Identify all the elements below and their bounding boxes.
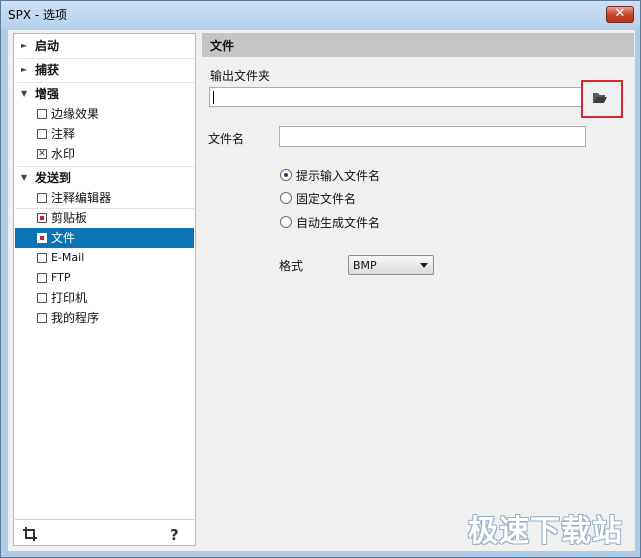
options-tree: ► 启动 ► 捕获 ▼ 增强 边缘效果 注释 ✕ 水印 ▼ 发送到 注释编辑器 …	[13, 33, 196, 546]
tree-footer-divider	[15, 519, 194, 520]
section-header: 文件	[202, 33, 634, 57]
title-bar[interactable]: SPX - 选项 ✕	[1, 1, 640, 29]
open-folder-icon	[593, 93, 607, 103]
tree-item-label: E-Mail	[51, 251, 85, 264]
tree-item-label: 启动	[35, 39, 60, 53]
expand-arrow-icon[interactable]: ►	[21, 60, 27, 80]
checkbox-icon[interactable]	[37, 129, 47, 139]
tree-item-annotation-editor[interactable]: 注释编辑器	[15, 188, 194, 208]
tree-group-capture[interactable]: ► 捕获	[15, 60, 194, 80]
active-checkbox-icon[interactable]	[37, 233, 47, 243]
tree-item-file[interactable]: 文件	[15, 228, 194, 248]
radio-icon[interactable]	[280, 192, 292, 204]
radio-selected-icon[interactable]	[280, 169, 292, 181]
collapse-arrow-icon[interactable]: ▼	[21, 168, 27, 188]
crossed-checkbox-icon[interactable]: ✕	[37, 149, 47, 159]
tree-item-my-program[interactable]: 我的程序	[15, 308, 194, 328]
tree-item-label: 剪贴板	[51, 211, 88, 225]
checkbox-icon[interactable]	[37, 273, 47, 283]
format-select-value: BMP	[353, 259, 377, 272]
site-watermark: 极速下载站	[468, 514, 623, 549]
options-window: SPX - 选项 ✕ ► 启动 ► 捕获 ▼ 增强 边缘效果 注释 ✕ 水印 ▼…	[0, 0, 641, 558]
checkbox-icon[interactable]	[37, 253, 47, 263]
checkbox-icon[interactable]	[37, 313, 47, 323]
format-select[interactable]: BMP	[348, 255, 434, 275]
tree-group-enhance[interactable]: ▼ 增强	[15, 84, 194, 104]
output-folder-input[interactable]	[209, 87, 582, 107]
tree-item-label: 水印	[51, 147, 76, 161]
checkbox-icon[interactable]	[37, 193, 47, 203]
window-title: SPX - 选项	[8, 8, 68, 22]
output-folder-label: 输出文件夹	[210, 69, 271, 83]
dialog-client: ► 启动 ► 捕获 ▼ 增强 边缘效果 注释 ✕ 水印 ▼ 发送到 注释编辑器 …	[8, 30, 635, 551]
tree-divider	[15, 166, 194, 167]
tree-group-send-to[interactable]: ▼ 发送到	[15, 168, 194, 188]
text-caret	[213, 91, 214, 104]
help-icon[interactable]: ?	[170, 526, 179, 544]
tree-item-email[interactable]: E-Mail	[15, 248, 194, 268]
tree-item-label: 文件	[51, 231, 76, 245]
tree-item-label: FTP	[51, 271, 71, 284]
tree-item-label: 发送到	[35, 171, 72, 185]
checkbox-icon[interactable]	[37, 109, 47, 119]
browse-folder-button[interactable]	[585, 86, 615, 110]
format-label: 格式	[279, 259, 304, 273]
file-name-input[interactable]	[279, 126, 586, 147]
tree-item-annotation[interactable]: 注释	[15, 124, 194, 144]
tree-item-label: 注释编辑器	[51, 191, 112, 205]
tree-item-printer[interactable]: 打印机	[15, 288, 194, 308]
tree-item-watermark[interactable]: ✕ 水印	[15, 144, 194, 164]
active-checkbox-icon[interactable]	[37, 213, 47, 223]
tree-divider	[15, 58, 194, 59]
radio-label: 固定文件名	[296, 192, 357, 206]
radio-label: 提示输入文件名	[296, 169, 381, 183]
tree-item-label: 我的程序	[51, 311, 100, 325]
chevron-down-icon	[420, 263, 428, 268]
section-title: 文件	[210, 39, 235, 53]
tree-divider	[15, 82, 194, 83]
tree-item-label: 注释	[51, 127, 76, 141]
file-name-label: 文件名	[208, 132, 245, 146]
tree-item-ftp[interactable]: FTP	[15, 268, 194, 288]
tree-item-label: 打印机	[51, 291, 88, 305]
crop-icon[interactable]	[22, 526, 38, 542]
tree-item-label: 边缘效果	[51, 107, 100, 121]
radio-label: 自动生成文件名	[296, 216, 381, 230]
tree-group-startup[interactable]: ► 启动	[15, 36, 194, 56]
tree-item-label: 捕获	[35, 63, 60, 77]
close-icon: ✕	[614, 6, 626, 21]
radio-icon[interactable]	[280, 216, 292, 228]
close-button[interactable]: ✕	[606, 6, 634, 23]
checkbox-icon[interactable]	[37, 293, 47, 303]
tree-item-clipboard[interactable]: 剪贴板	[15, 208, 194, 228]
collapse-arrow-icon[interactable]: ▼	[21, 84, 27, 104]
expand-arrow-icon[interactable]: ►	[21, 36, 27, 56]
tree-item-label: 增强	[35, 87, 60, 101]
tree-item-edge-effect[interactable]: 边缘效果	[15, 104, 194, 124]
